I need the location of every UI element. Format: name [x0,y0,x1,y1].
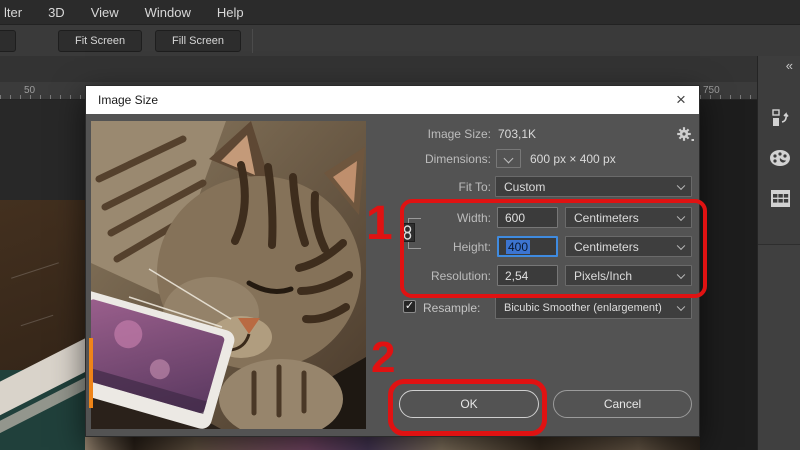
fit-screen-button[interactable]: Fit Screen [58,30,143,52]
photo-scratch [11,262,59,279]
cancel-button[interactable]: Cancel [553,390,692,418]
gear-icon[interactable] [676,125,694,148]
canvas-photo-left [0,200,85,450]
canvas-photo-bottom-strip [85,437,700,450]
dialog-title: Image Size [98,93,159,107]
photoshop-window: lter 3D View Window Help Fit Screen Fill… [0,0,800,450]
menu-item-window[interactable]: Window [145,5,191,20]
swatches-panel-icon[interactable] [768,186,792,210]
image-size-value: 703,1K [498,127,537,141]
image-preview[interactable] [91,121,366,429]
color-panel-icon[interactable] [768,146,792,170]
dialog-title-bar[interactable]: Image Size × [86,86,699,114]
resample-dropdown[interactable]: Bicubic Smoother (enlargement) [495,297,692,319]
dimensions-value: 600 px × 400 px [530,152,616,166]
fit-to-label: Fit To: [458,180,491,194]
options-bar: Fit Screen Fill Screen [0,24,800,56]
fill-screen-button[interactable]: Fill Screen [155,30,241,52]
chevron-down-icon [676,181,686,190]
orange-guide-marker [89,338,93,408]
dimensions-label: Dimensions: [424,152,491,166]
menu-item-3d[interactable]: 3D [48,5,65,20]
menu-bar: lter 3D View Window Help [0,0,800,24]
options-separator [252,29,253,53]
chevron-down-icon [676,302,686,312]
resample-label: Resample: [423,301,481,315]
chevron-down-icon [503,153,514,164]
menu-item-filter[interactable]: lter [4,5,22,20]
history-panel-icon[interactable] [768,106,792,130]
canvas-right-area [700,100,757,450]
dock-lower-area [758,245,800,450]
expand-panels-icon[interactable]: « [786,58,793,73]
partial-button[interactable] [0,30,16,52]
annotation-box-step2 [388,379,547,436]
dimensions-unit-dropdown[interactable] [496,149,521,168]
menu-item-view[interactable]: View [91,5,119,20]
panel-dock: « [757,56,800,450]
fit-to-value: Custom [504,179,546,194]
fit-to-dropdown[interactable]: Custom [495,176,692,197]
photo-scratch [20,314,54,327]
annotation-number-2: 2 [371,333,396,382]
close-icon[interactable]: × [667,86,695,114]
ruler-label-750: 750 [703,85,720,96]
annotation-box-step1 [400,199,707,298]
resample-value: Bicubic Smoother (enlargement) [504,302,662,314]
resample-checkbox[interactable]: ✓ [403,300,416,313]
menu-item-help[interactable]: Help [217,5,244,20]
annotation-number-1: 1 [366,197,393,250]
image-size-label: Image Size: [427,127,491,141]
canvas-top-strip [0,56,757,82]
ruler-label-50: 50 [24,85,36,96]
